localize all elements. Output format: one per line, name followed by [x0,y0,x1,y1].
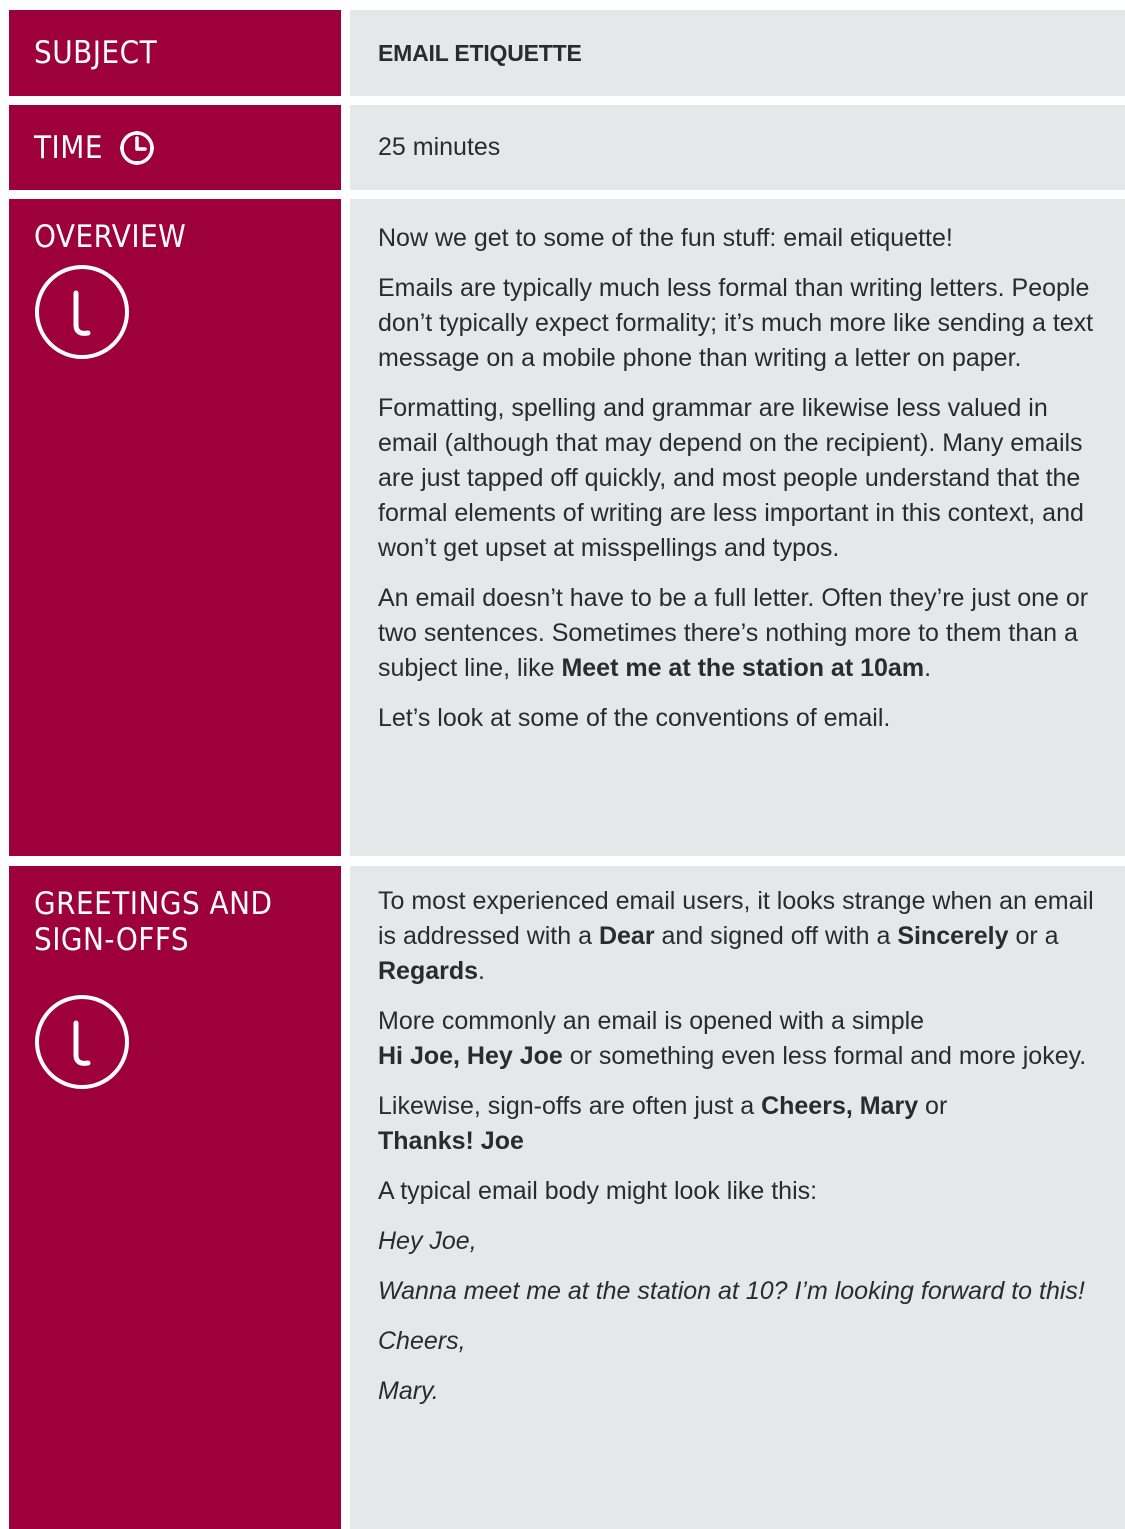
greetings-paragraph: Likewise, sign-offs are often just a Che… [378,1089,1111,1159]
overview-paragraph: Let’s look at some of the conventions of… [378,704,891,732]
text-run: or something even less formal and more j… [562,1042,1087,1070]
overview-paragraph: Formatting, spelling and grammar are lik… [378,394,1084,562]
example-email-line: Cheers, [378,1324,1111,1359]
text-run: More commonly an email is opened with a … [378,1007,925,1035]
overview-paragraph: An email doesn’t have to be a full lette… [378,581,1111,686]
time-content-cell: 25 minutes [350,105,1125,190]
greetings-paragraph: To most experienced email users, it look… [378,884,1111,989]
overview-paragraph-end: . [924,654,932,682]
subject-value: EMAIL ETIQUETTE [378,39,582,66]
overview-label: OVERVIEW [34,219,187,255]
bold-term: Thanks! Joe [378,1127,524,1155]
greetings-row: GREETINGS AND SIGN-OFFS To most experien… [9,866,1125,1529]
example-text: Mary. [378,1377,439,1405]
bold-term: Sincerely [897,922,1009,950]
example-subject-line: Meet me at the station at 10am [561,654,925,682]
text-run: Likewise, sign-offs are often just a [378,1092,762,1120]
overview-row: OVERVIEW Now we get to some of the fun s… [9,199,1125,856]
time-label: TIME [34,129,103,166]
text-run: and signed off with a [654,922,898,950]
overview-content-cell: Now we get to some of the fun stuff: ema… [350,199,1125,856]
subject-label-cell: SUBJECT [9,10,341,96]
bold-term: Hi Joe, Hey Joe [378,1042,563,1070]
greetings-paragraph: More commonly an email is opened with a … [378,1004,1111,1074]
bold-term: Dear [598,922,655,950]
greetings-label: GREETINGS AND SIGN-OFFS [34,886,273,958]
overview-paragraph: Now we get to some of the fun stuff: ema… [378,224,953,252]
example-email-line: Wanna meet me at the station at 10? I’m … [378,1274,1111,1309]
time-row: TIME 25 minutes [9,105,1125,190]
info-icon [35,265,129,359]
text-run: or a [1008,922,1059,950]
clock-icon [119,130,154,165]
bold-term: Cheers, Mary [761,1092,919,1120]
example-text: Wanna meet me at the station at 10? I’m … [378,1277,1085,1305]
example-email-line: Mary. [378,1374,1111,1409]
subject-content-cell: EMAIL ETIQUETTE [350,10,1125,96]
bold-term: Regards [378,957,479,985]
example-email-line: Hey Joe, [378,1224,1111,1259]
subject-row: SUBJECT EMAIL ETIQUETTE [9,10,1125,96]
overview-paragraph: Emails are typically much less formal th… [378,274,1094,372]
greetings-content-cell: To most experienced email users, it look… [350,866,1125,1529]
greetings-label-cell: GREETINGS AND SIGN-OFFS [9,866,341,1529]
example-text: Cheers, [378,1327,466,1355]
time-label-cell: TIME [9,105,341,190]
example-text: Hey Joe, [378,1227,477,1255]
text-run: or [918,1092,948,1120]
info-icon [35,995,129,1089]
overview-label-cell: OVERVIEW [9,199,341,856]
time-value: 25 minutes [378,133,501,161]
text-run: . [478,957,485,985]
subject-label: SUBJECT [34,35,158,71]
greetings-paragraph: A typical email body might look like thi… [378,1177,818,1205]
